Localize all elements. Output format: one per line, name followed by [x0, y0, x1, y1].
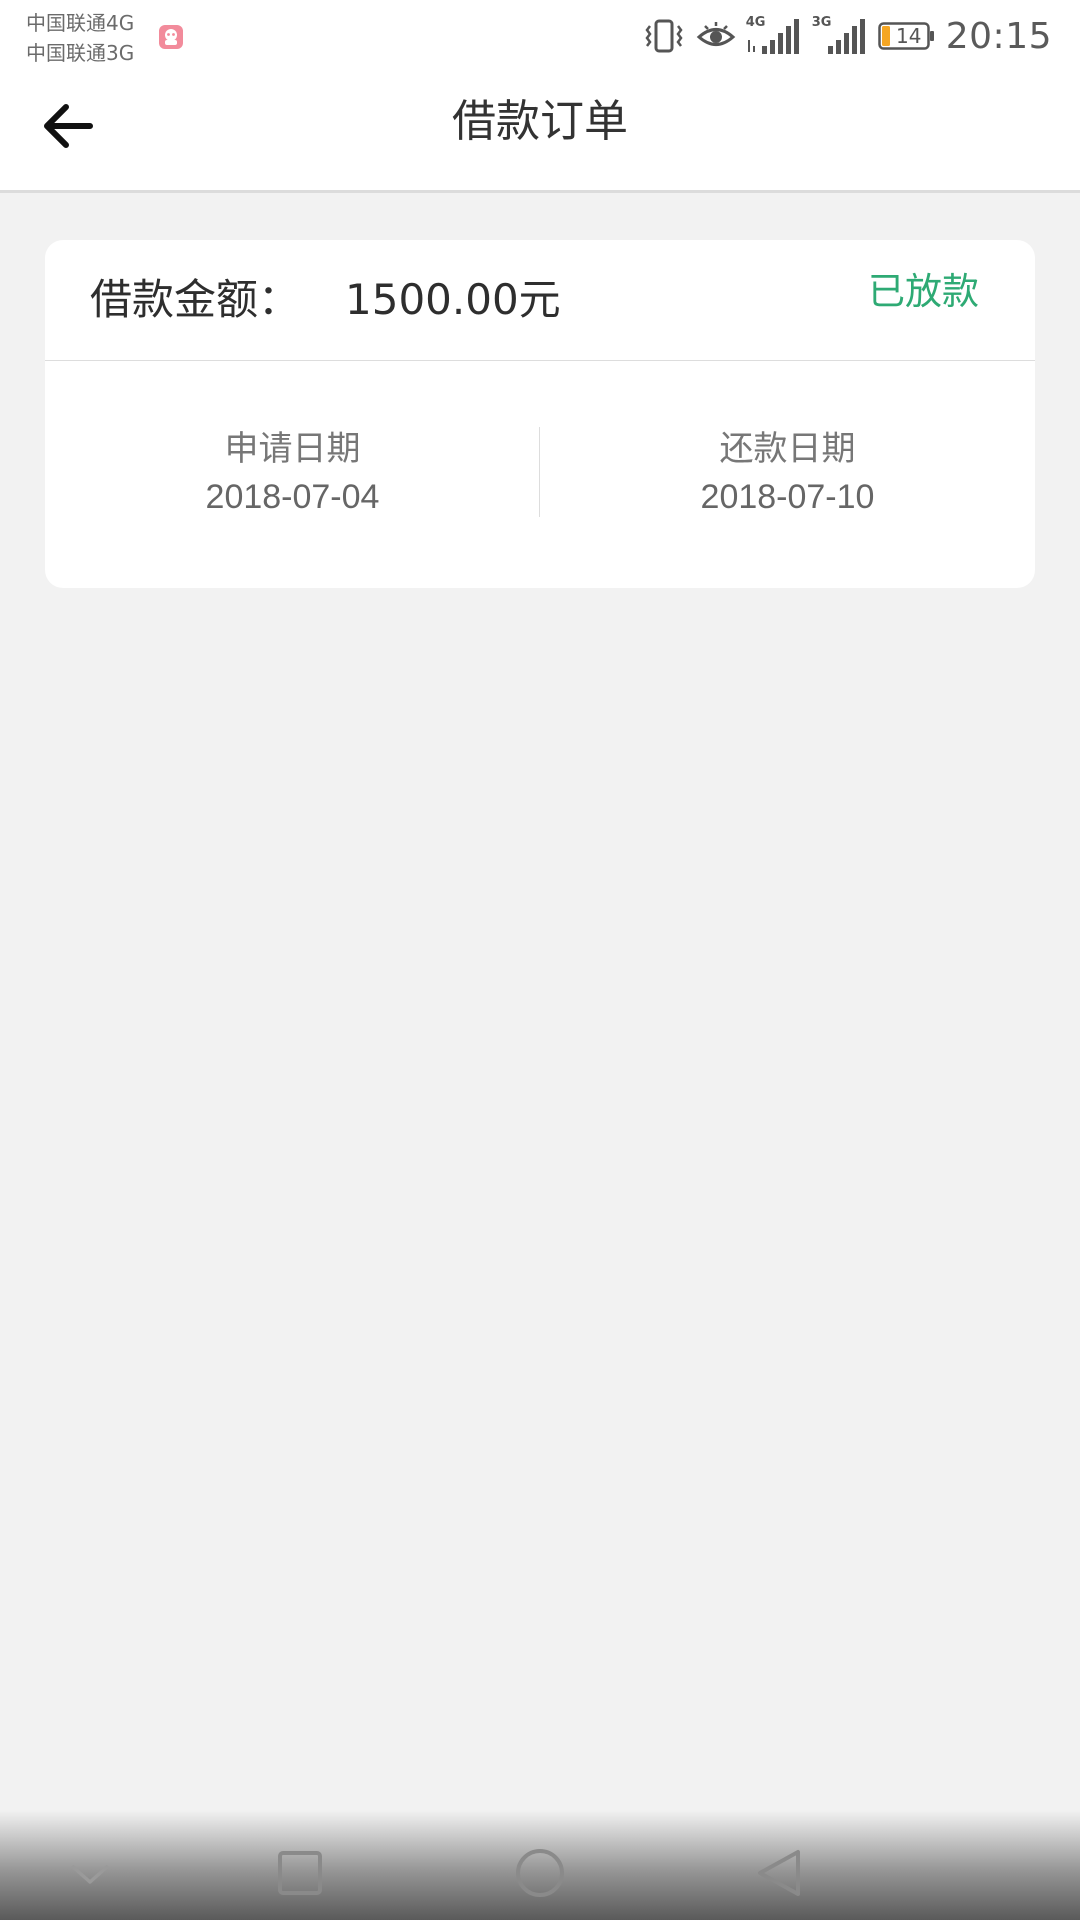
- battery-level: 14: [896, 24, 922, 48]
- triangle-back-icon: [758, 1850, 800, 1896]
- nav-hide-button[interactable]: [55, 1838, 125, 1908]
- loan-amount-value: 1500.00元: [345, 275, 561, 324]
- circle-icon: [516, 1849, 564, 1897]
- page-title: 借款订单: [452, 96, 628, 147]
- repay-date-section: 还款日期 2018-07-10: [540, 361, 1035, 588]
- carrier-2-label: 中国联通3G: [26, 41, 135, 65]
- repay-date-label: 还款日期: [719, 429, 856, 469]
- chevron-down-icon: [70, 1864, 110, 1884]
- carrier-info: 中国联通4G 中国联通3G: [26, 8, 216, 68]
- signal-bars-icon: [827, 19, 865, 54]
- loan-amount-label: 借款金额：: [90, 275, 301, 324]
- nav-home-button[interactable]: [505, 1838, 575, 1908]
- signal-bars-icon: [747, 19, 799, 54]
- square-icon: [278, 1851, 322, 1895]
- apply-date-section: 申请日期 2018-07-04: [45, 361, 540, 588]
- loan-order-card[interactable]: 借款金额： 1500.00元 已放款 申请日期 2018-07-04 还款日期 …: [45, 240, 1035, 588]
- card-dates: 申请日期 2018-07-04 还款日期 2018-07-10: [45, 361, 1035, 588]
- status-bar: 中国联通4G 中国联通3G 4G 3G 14 20:15: [0, 0, 1080, 72]
- nav-recents-button[interactable]: [265, 1838, 335, 1908]
- status-badge: 已放款: [868, 270, 979, 313]
- navigation-bar: [0, 1810, 1080, 1920]
- card-header: 借款金额： 1500.00元 已放款: [45, 240, 1035, 361]
- clock: 20:15: [945, 15, 1052, 57]
- apply-date-label: 申请日期: [224, 429, 361, 469]
- carrier-1-label: 中国联通4G: [26, 11, 135, 35]
- system-icons: 4G 3G 14 20:15: [642, 14, 1052, 58]
- repay-date-value: 2018-07-10: [700, 478, 875, 516]
- app-bar: 借款订单: [0, 72, 1080, 193]
- signal-3g: 3G: [812, 16, 868, 56]
- battery-indicator: 14: [878, 22, 934, 50]
- apply-date-value: 2018-07-04: [205, 478, 380, 516]
- app-notification-icon: [159, 25, 183, 49]
- signal-4g: 4G: [746, 16, 802, 56]
- eye-icon: [696, 22, 736, 46]
- vibrate-icon: [645, 19, 683, 53]
- column-divider: [539, 427, 540, 517]
- nav-back-button[interactable]: [745, 1838, 815, 1908]
